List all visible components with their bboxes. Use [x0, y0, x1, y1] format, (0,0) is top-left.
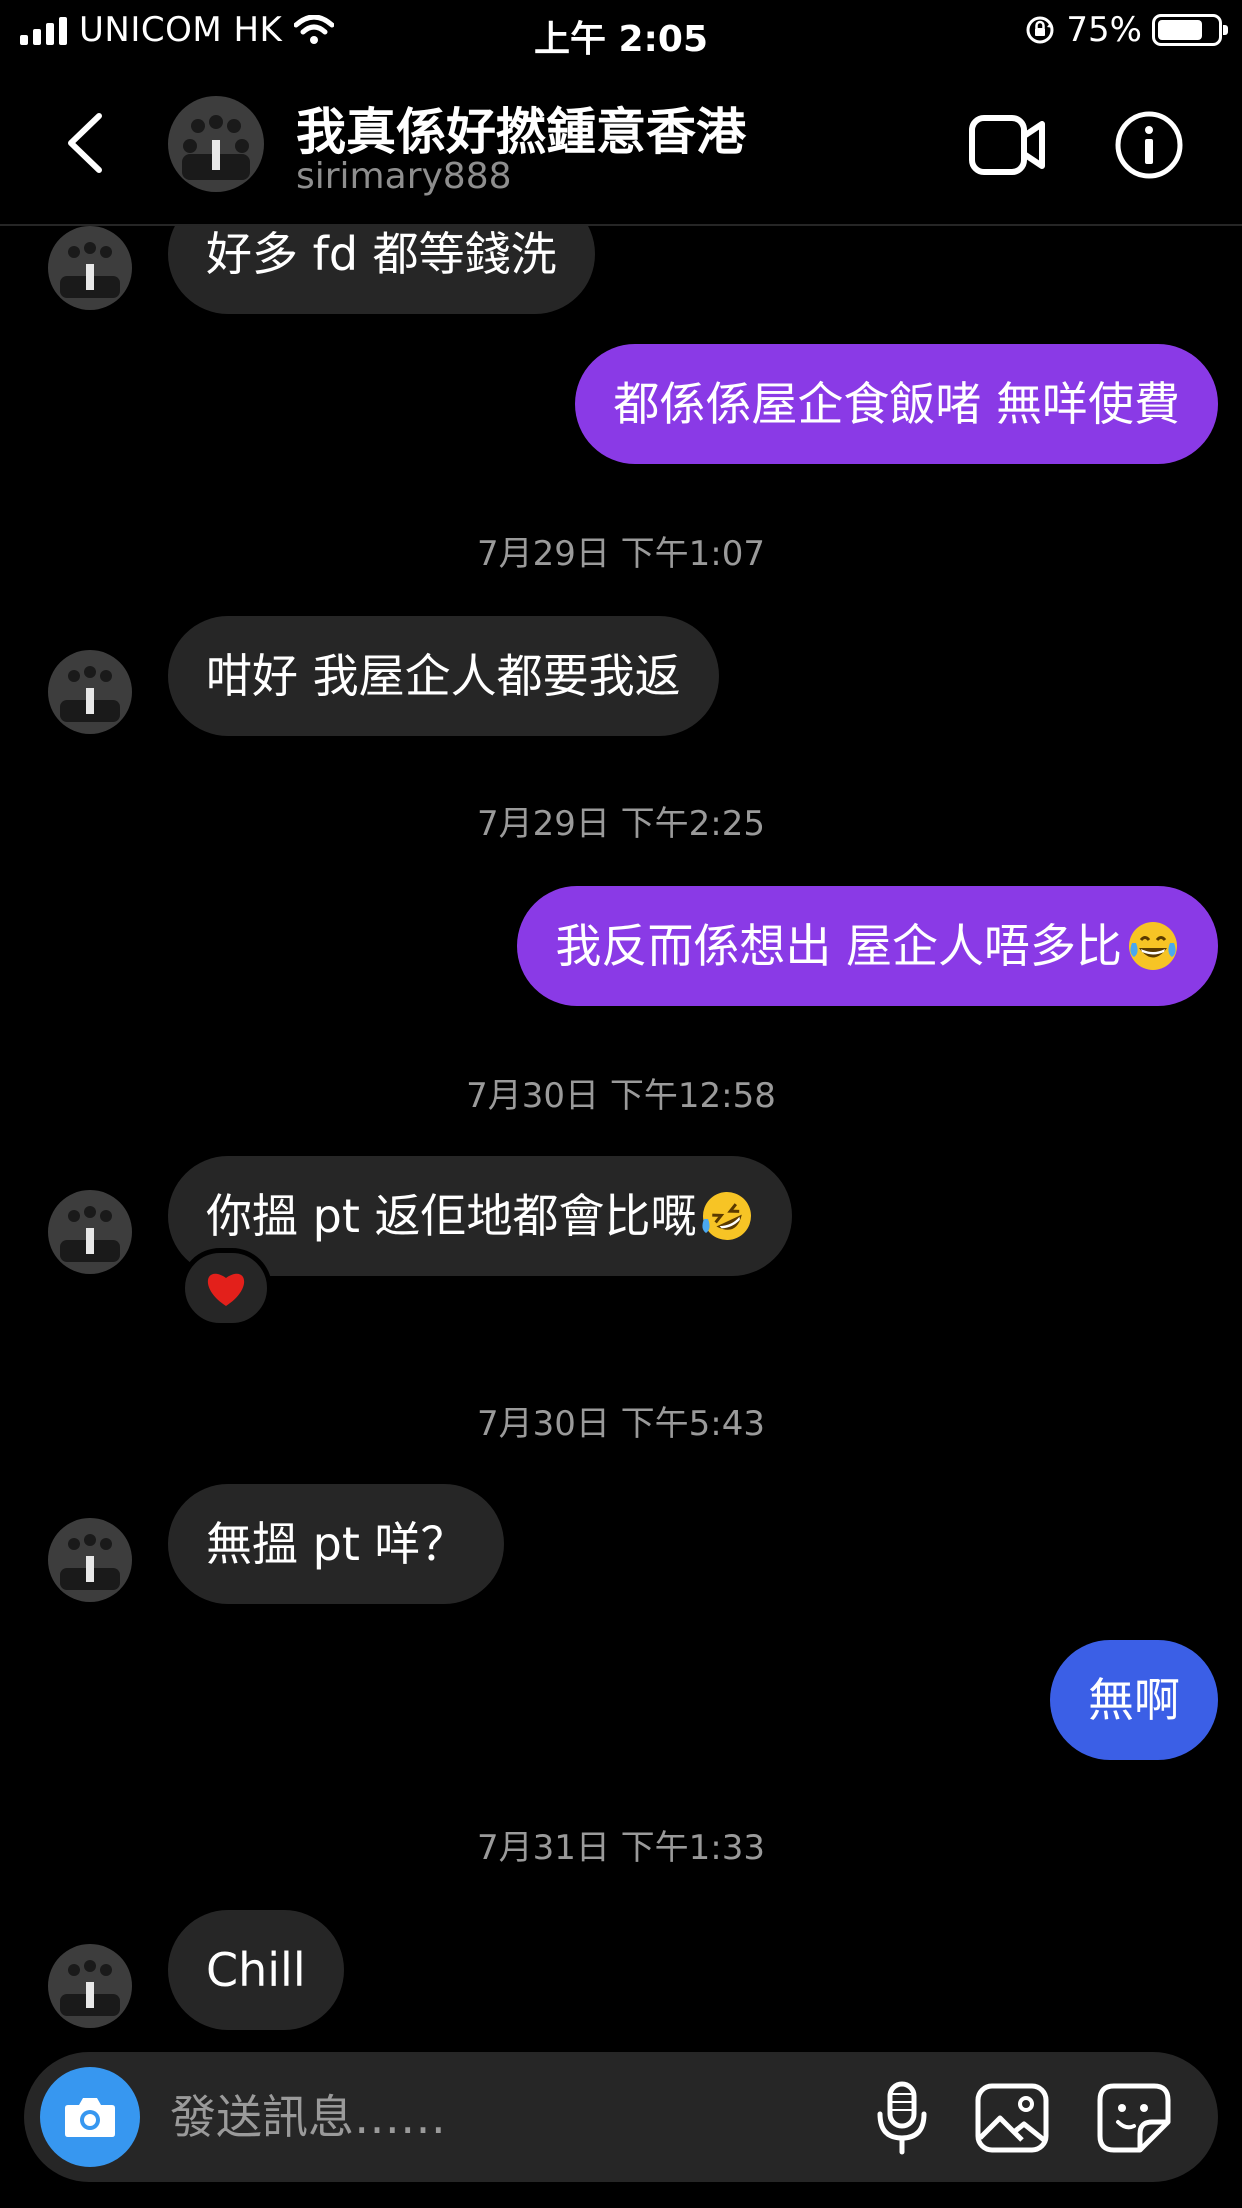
message-text: 無啊 [1088, 1673, 1180, 1727]
image-gallery-icon [975, 2083, 1049, 2153]
incoming-message[interactable]: 你搵 pt 返佢地都會比嘅 [168, 1156, 793, 1276]
microphone-icon [877, 2081, 927, 2155]
outgoing-message[interactable]: 我反而係想出 屋企人唔多比 [517, 886, 1218, 1006]
status-right: 75% [1024, 10, 1228, 50]
message-text: 無搵 pt 咩？ [206, 1517, 467, 1571]
outgoing-message[interactable]: 都係係屋企食飯啫 無咩使費 [575, 344, 1218, 464]
avatar[interactable] [48, 226, 132, 310]
status-bar: UNICOM HK 上午 2:05 75% [0, 0, 1242, 62]
message-composer [24, 2052, 1218, 2182]
avatar[interactable] [48, 1190, 132, 1274]
gallery-button[interactable] [974, 2082, 1050, 2154]
message-text: 咁好 我屋企人都要我返 [206, 649, 681, 703]
camera-button[interactable] [40, 2067, 140, 2167]
camera-icon [65, 2098, 115, 2137]
timestamp: 7月31日 下午1:33 [476, 1828, 766, 1868]
avatar[interactable] [48, 1518, 132, 1602]
message-text: 我反而係想出 屋企人唔多比 [555, 919, 1122, 973]
timestamp: 7月29日 下午2:25 [476, 804, 766, 844]
red-heart-emoji [207, 1273, 245, 1306]
timestamp: 7月30日 下午5:43 [476, 1404, 766, 1444]
incoming-message[interactable]: Chill [168, 1910, 344, 2030]
message-text: 好多 fd 都等錢洗 [206, 227, 557, 281]
timestamp: 7月30日 下午12:58 [466, 1076, 776, 1116]
message-input[interactable] [170, 2082, 730, 2152]
incoming-message[interactable]: 無搵 pt 咩？ [168, 1484, 505, 1604]
message-text: Chill [206, 1943, 306, 1997]
sticker-button[interactable] [1096, 2082, 1172, 2154]
outgoing-message[interactable]: 無啊 [1050, 1640, 1218, 1760]
microphone-button[interactable] [870, 2080, 934, 2156]
message-reaction[interactable] [180, 1248, 272, 1328]
battery-percent: 75% [1066, 10, 1142, 50]
chevron-left-icon [68, 113, 102, 173]
message-text: 你搵 pt 返佢地都會比嘅 [206, 1189, 697, 1243]
info-icon [1115, 111, 1183, 179]
video-call-button[interactable] [968, 110, 1046, 180]
rolling-laughing-emoji [702, 1192, 752, 1240]
back-button[interactable] [55, 108, 115, 178]
avatar[interactable] [48, 1944, 132, 2028]
incoming-message[interactable]: 咁好 我屋企人都要我返 [168, 616, 719, 736]
orientation-lock-icon [1026, 16, 1054, 44]
page-title[interactable]: 我真係好撚鍾意香港 [296, 92, 746, 164]
timestamp: 7月29日 下午1:07 [476, 534, 766, 574]
incoming-message[interactable]: 好多 fd 都等錢洗 [168, 226, 595, 314]
avatar[interactable] [168, 96, 264, 192]
username[interactable]: sirimary888 [296, 156, 512, 197]
chat-header: 我真係好撚鍾意香港 sirimary888 [0, 62, 1242, 226]
video-camera-icon [969, 115, 1045, 175]
info-button[interactable] [1114, 110, 1184, 180]
message-text: 都係係屋企食飯啫 無咩使費 [613, 377, 1180, 431]
tears-of-joy-emoji [1129, 922, 1177, 970]
battery-icon [1152, 14, 1228, 46]
dm-screen: UNICOM HK 上午 2:05 75% 我真係好撚鍾意香港 sirimary… [0, 0, 1242, 2208]
avatar[interactable] [48, 650, 132, 734]
sticker-icon [1097, 2083, 1171, 2153]
message-list[interactable]: 好多 fd 都等錢洗 都係係屋企食飯啫 無咩使費 7月29日 下午1:07 咁好… [0, 226, 1242, 2046]
